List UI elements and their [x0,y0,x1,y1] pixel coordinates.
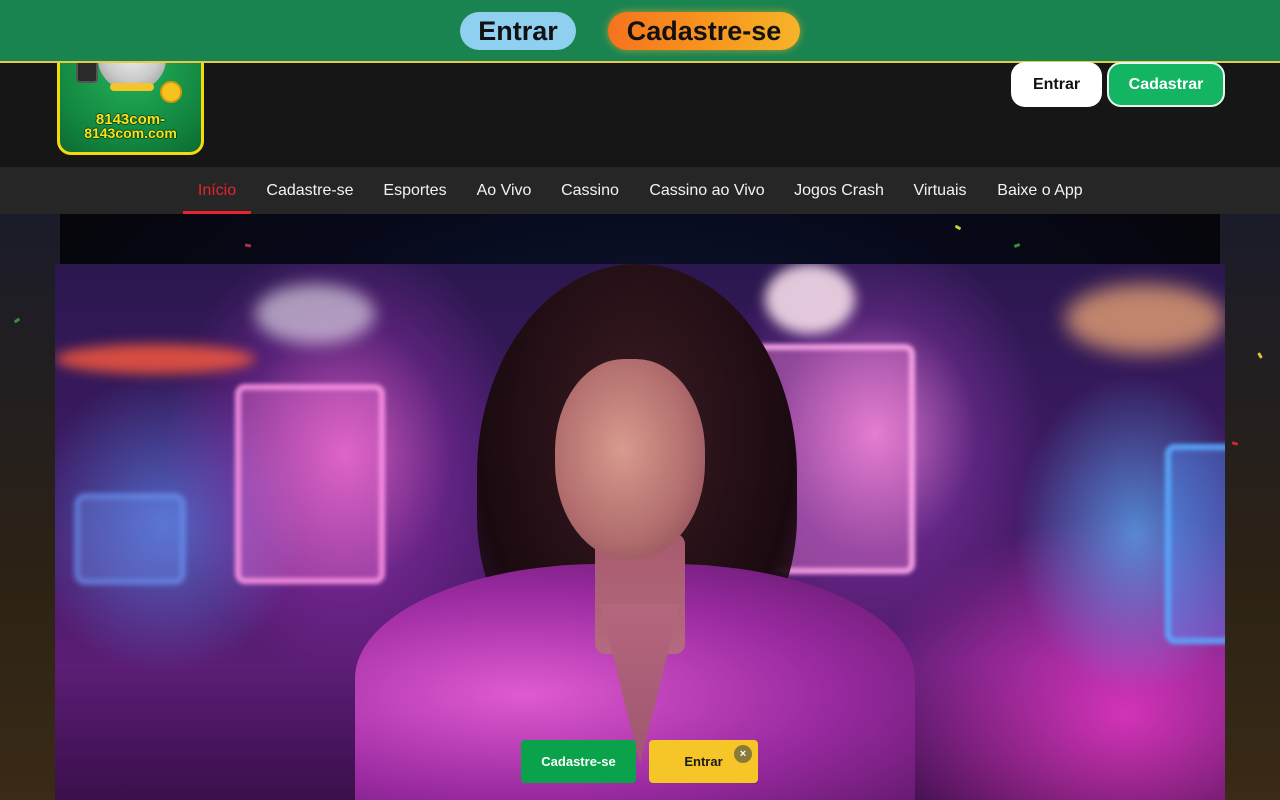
slot-machine-graphic [1165,444,1225,644]
nav-item-ao-vivo[interactable]: Ao Vivo [470,167,538,214]
slot-machine-graphic [235,384,385,584]
portrait-face [555,359,705,559]
confetti-piece [954,224,962,231]
header-register-button[interactable]: Cadastrar [1107,62,1225,107]
confetti-piece [244,243,252,248]
nav-item-inicio[interactable]: Início [183,167,251,214]
hero-side-right [1220,214,1280,800]
logo-chain-graphic [110,83,154,91]
nav-item-baixe-o-app[interactable]: Baixe o App [990,167,1090,214]
bokeh-light [55,344,255,374]
close-icon[interactable]: × [734,745,752,763]
logo-text-line2: 8143com.com [84,125,177,141]
logo-coin-graphic [160,81,182,103]
nav-item-cassino[interactable]: Cassino [553,167,627,214]
nav-item-esportes[interactable]: Esportes [376,167,454,214]
nav-item-cassino-ao-vivo[interactable]: Cassino ao Vivo [642,167,772,214]
hero-banner-image[interactable] [55,264,1225,800]
nav-item-virtuais[interactable]: Virtuais [906,167,974,214]
bokeh-light [765,264,855,334]
header-login-button[interactable]: Entrar [1011,62,1102,107]
banner-login-button[interactable]: Entrar [460,12,576,50]
slot-machine-graphic [75,494,185,584]
floating-register-button[interactable]: Cadastre-se [521,740,636,783]
top-banner: Entrar Cadastre-se [0,0,1280,63]
nav-item-jogos-crash[interactable]: Jogos Crash [787,167,891,214]
bokeh-light [1065,284,1225,354]
bokeh-light [255,284,375,344]
confetti-piece [1013,243,1021,248]
main-nav: Início Cadastre-se Esportes Ao Vivo Cass… [0,167,1280,214]
banner-register-button[interactable]: Cadastre-se [608,12,800,50]
hero-side-left [0,214,60,800]
nav-item-cadastre-se[interactable]: Cadastre-se [259,167,361,214]
